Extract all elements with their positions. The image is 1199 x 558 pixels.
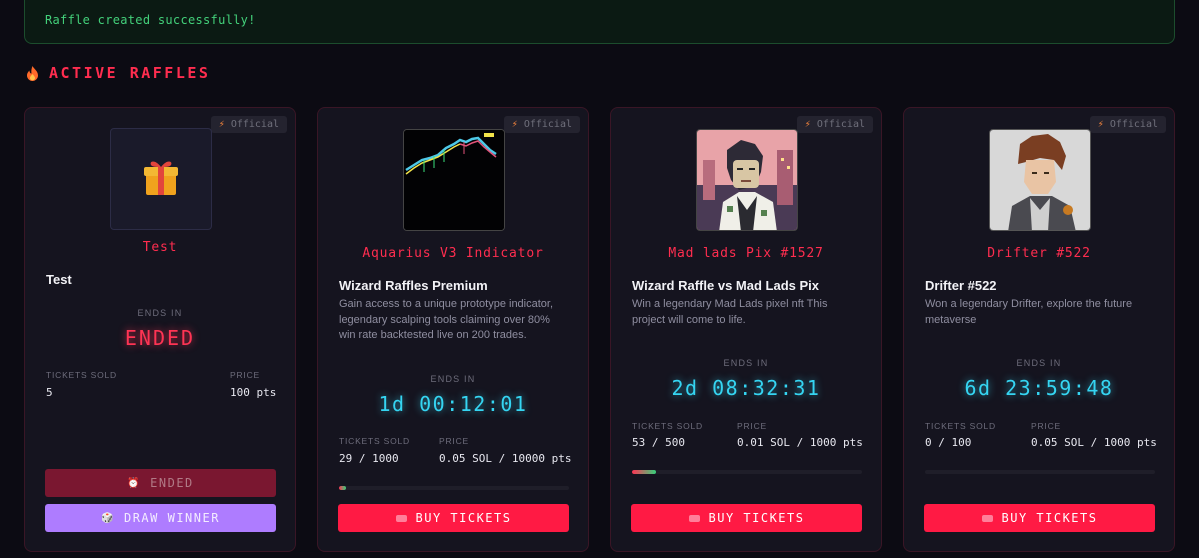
buy-tickets-button[interactable]: BUY TICKETS	[631, 504, 862, 532]
raffle-description: Gain access to a unique prototype indica…	[339, 298, 554, 341]
nft-image	[696, 129, 798, 231]
nft-image	[989, 129, 1091, 231]
official-badge: ⚡ Official	[796, 116, 873, 133]
tickets-sold-value: 5	[46, 386, 53, 399]
tickets-sold-value: 0 / 100	[925, 436, 972, 449]
nft-name: Test	[142, 240, 178, 255]
bolt-icon: ⚡	[804, 119, 811, 130]
gift-image	[110, 128, 212, 230]
nft-name: Mad lads Pix #1527	[668, 246, 824, 261]
raffle-card: ⚡ Official Drifter #522 Drifter #522 Won …	[903, 107, 1175, 552]
ticket-progress-bar	[925, 470, 1155, 474]
tickets-sold-value: 53 / 500	[632, 436, 685, 449]
countdown: ENDED	[124, 326, 196, 350]
nft-name: Aquarius V3 Indicator	[362, 246, 544, 261]
section-title: ACTIVE RAFFLES	[49, 64, 211, 82]
bolt-icon: ⚡	[511, 119, 518, 130]
tickets-sold-label: TICKETS SOLD	[339, 436, 411, 446]
official-badge: ⚡ Official	[1089, 116, 1166, 133]
raffle-title: Drifter #522	[925, 278, 997, 293]
ticket-icon	[395, 514, 407, 522]
raffle-card: ⚡ Official Test Test ENDS IN ENDED TICKET…	[24, 107, 296, 552]
alarm-icon: ⏰	[127, 477, 142, 489]
bolt-icon: ⚡	[1097, 119, 1104, 130]
chart-thumbnail	[404, 130, 504, 230]
nft-image	[403, 129, 505, 231]
ends-in-label: ENDS IN	[723, 358, 769, 368]
section-header: ACTIVE RAFFLES	[26, 64, 210, 82]
ticket-icon	[981, 514, 993, 522]
tickets-sold-label: TICKETS SOLD	[925, 421, 997, 431]
countdown: 1d 00:12:01	[378, 392, 528, 416]
ends-in-label: ENDS IN	[137, 308, 183, 318]
tickets-sold-value: 29 / 1000	[339, 452, 399, 465]
price-label: PRICE	[737, 421, 767, 431]
raffle-card: ⚡ Official Aquarius V3 Indicator Wizard R…	[317, 107, 589, 552]
bolt-icon: ⚡	[218, 119, 225, 130]
ticket-progress-bar	[339, 486, 569, 490]
draw-winner-button[interactable]: 🎲 DRAW WINNER	[45, 504, 276, 532]
price-value: 0.05 SOL / 1000 pts	[1031, 436, 1157, 449]
tickets-sold-label: TICKETS SOLD	[632, 421, 704, 431]
raffle-description: Win a legendary Mad Lads pixel nft This …	[632, 298, 828, 326]
countdown: 2d 08:32:31	[671, 376, 821, 400]
success-toast: Raffle created successfully!	[24, 0, 1175, 44]
raffle-card: ⚡ Official Mad lads Pix #1527 Wizard Raff…	[610, 107, 882, 552]
price-value: 100 pts	[230, 386, 277, 399]
official-badge: ⚡ Official	[503, 116, 580, 133]
price-label: PRICE	[1031, 421, 1061, 431]
tickets-sold-label: TICKETS SOLD	[46, 370, 118, 380]
price-label: PRICE	[230, 370, 260, 380]
buy-tickets-button[interactable]: BUY TICKETS	[338, 504, 569, 532]
price-label: PRICE	[439, 436, 469, 446]
mad-lads-pixel-art	[697, 130, 797, 230]
buy-tickets-button[interactable]: BUY TICKETS	[924, 504, 1155, 532]
price-value: 0.05 SOL / 10000 pts	[439, 452, 572, 465]
ended-button[interactable]: ⏰ ENDED	[45, 469, 276, 497]
gift-icon	[144, 161, 178, 195]
official-badge: ⚡ Official	[210, 116, 287, 133]
drifter-portrait	[990, 130, 1090, 230]
raffle-description: Won a legendary Drifter, explore the fut…	[925, 298, 1133, 326]
ends-in-label: ENDS IN	[430, 374, 476, 384]
nft-name: Drifter #522	[987, 246, 1091, 261]
raffle-title: Wizard Raffle vs Mad Lads Pix	[632, 278, 819, 293]
ticket-icon	[688, 514, 700, 522]
dice-icon: 🎲	[101, 512, 115, 524]
raffle-title: Wizard Raffles Premium	[339, 278, 488, 293]
ticket-progress-bar	[632, 470, 862, 474]
countdown: 6d 23:59:48	[964, 376, 1114, 400]
raffle-title: Test	[46, 272, 72, 287]
flame-icon	[27, 65, 38, 81]
price-value: 0.01 SOL / 1000 pts	[737, 436, 863, 449]
ends-in-label: ENDS IN	[1016, 358, 1062, 368]
